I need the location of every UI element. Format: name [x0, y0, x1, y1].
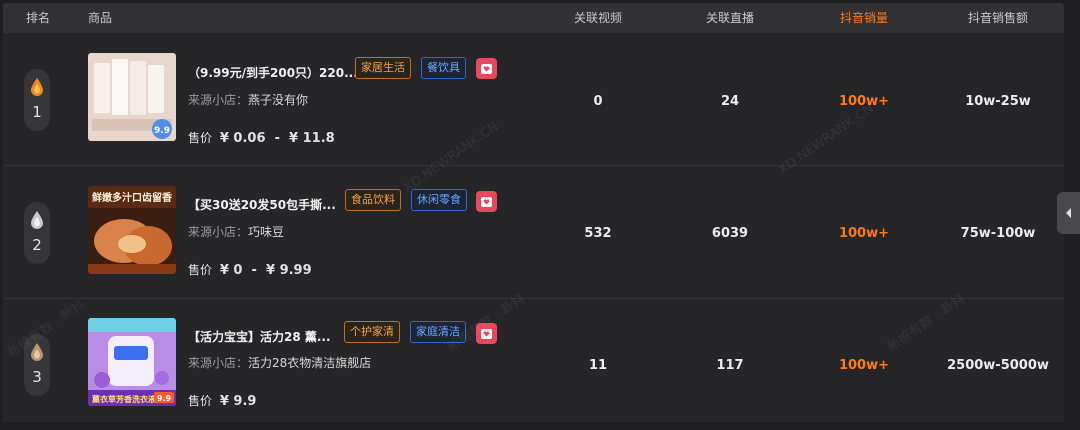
category-tag: 个护家清 [344, 321, 400, 343]
douyin-revenue: 75w-100w [960, 226, 1036, 241]
category-tag: 家居生活 [355, 57, 411, 79]
table-header: 排名 商品 关联视频 关联直播 抖音销量 抖音销售额 [3, 3, 1064, 33]
product-image: 薰衣草芳香洗衣液 9.9 [88, 318, 176, 406]
chevron-left-icon [1066, 208, 1071, 218]
favorite-button[interactable] [476, 323, 497, 344]
subcategory-tag: 家庭清洁 [410, 321, 466, 343]
thumb-price-badge: 9.9 [154, 126, 170, 136]
price: 售价 ¥ 0 - ¥ 9.99 [188, 263, 312, 278]
product-title[interactable]: 【活力宝宝】活力28 薰... [188, 328, 331, 345]
product-thumbnail[interactable]: 薰衣草芳香洗衣液 9.9 [88, 318, 176, 406]
heart-bag-icon [481, 329, 492, 339]
product-thumbnail[interactable]: 9.9 [88, 53, 176, 141]
header-rank: 排名 [25, 11, 50, 25]
header-videos[interactable]: 关联视频 [538, 3, 658, 33]
product-image: 9.9 [88, 53, 176, 141]
header-douyin-revenue[interactable]: 抖音销售额 [938, 3, 1058, 33]
table-row[interactable]: 2 鲜嫩多汁口齿留香 【买30送20发50包手撕... 食品饮料 休闲零食 来源… [3, 166, 1064, 299]
product-thumbnail[interactable]: 鲜嫩多汁口齿留香 [88, 186, 176, 274]
favorite-button[interactable] [476, 191, 497, 212]
related-videos: 11 [588, 358, 608, 373]
heart-bag-icon [481, 197, 492, 207]
rank-badge: 3 [24, 334, 50, 396]
related-live: 24 [720, 94, 740, 109]
douyin-sales: 100w+ [838, 358, 890, 373]
douyin-revenue: 2500w-5000w [947, 358, 1049, 373]
related-videos: 532 [584, 226, 612, 241]
price: 售价 ¥ 9.9 [188, 394, 257, 409]
heart-bag-icon [481, 64, 492, 74]
subcategory-tag: 餐饮具 [421, 57, 466, 79]
product-title[interactable]: （9.99元/到手200只）220... [188, 64, 358, 81]
silver-drop-icon [31, 211, 43, 229]
related-live: 6039 [711, 226, 749, 241]
douyin-sales: 100w+ [838, 226, 890, 241]
rank-badge: 2 [24, 202, 50, 264]
table-row[interactable]: 1 9.9 （9.99元/到手200只）220... 家居生活 餐饮具 来源小店… [3, 33, 1064, 166]
source-shop: 来源小店：活力28衣物清洁旗舰店 [188, 356, 372, 370]
thumb-price-badge: 9.9 [157, 394, 172, 403]
header-douyin-sales[interactable]: 抖音销量 [804, 3, 924, 33]
douyin-sales: 100w+ [838, 94, 890, 109]
thumb-slogan: 鲜嫩多汁口齿留香 [92, 191, 172, 204]
ranking-table: 排名 商品 关联视频 关联直播 抖音销量 抖音销售额 1 9.9 （9.99元/… [3, 3, 1064, 422]
related-live: 117 [716, 358, 744, 373]
price: 售价 ¥ 0.06 - ¥ 11.8 [188, 131, 335, 146]
category-tag: 食品饮料 [345, 189, 401, 211]
related-videos: 0 [593, 94, 603, 109]
header-live[interactable]: 关联直播 [670, 3, 790, 33]
bronze-drop-icon [31, 343, 43, 361]
source-shop: 来源小店：燕子没有你 [188, 93, 309, 107]
side-panel-toggle[interactable] [1057, 192, 1080, 234]
shop-name[interactable]: 燕子没有你 [248, 93, 308, 107]
rank-number: 3 [32, 368, 42, 386]
product-image: 鲜嫩多汁口齿留香 [88, 186, 176, 274]
header-product: 商品 [88, 11, 113, 25]
product-title[interactable]: 【买30送20发50包手撕... [188, 196, 336, 213]
subcategory-tag: 休闲零食 [411, 189, 467, 211]
source-shop: 来源小店：巧味豆 [188, 225, 285, 239]
rank-badge: 1 [24, 69, 50, 131]
favorite-button[interactable] [476, 58, 497, 79]
thumb-slogan: 薰衣草芳香洗衣液 [92, 394, 156, 404]
gold-drop-icon [31, 78, 43, 96]
rank-number: 2 [32, 236, 42, 254]
shop-name[interactable]: 巧味豆 [248, 225, 284, 239]
shop-name[interactable]: 活力28衣物清洁旗舰店 [248, 356, 371, 370]
rank-number: 1 [32, 103, 42, 121]
table-row[interactable]: 3 薰衣草芳香洗衣液 9.9 【活力宝宝】活力28 薰... 个护家清 家庭清洁 [3, 298, 1064, 430]
douyin-revenue: 10w-25w [965, 94, 1031, 109]
